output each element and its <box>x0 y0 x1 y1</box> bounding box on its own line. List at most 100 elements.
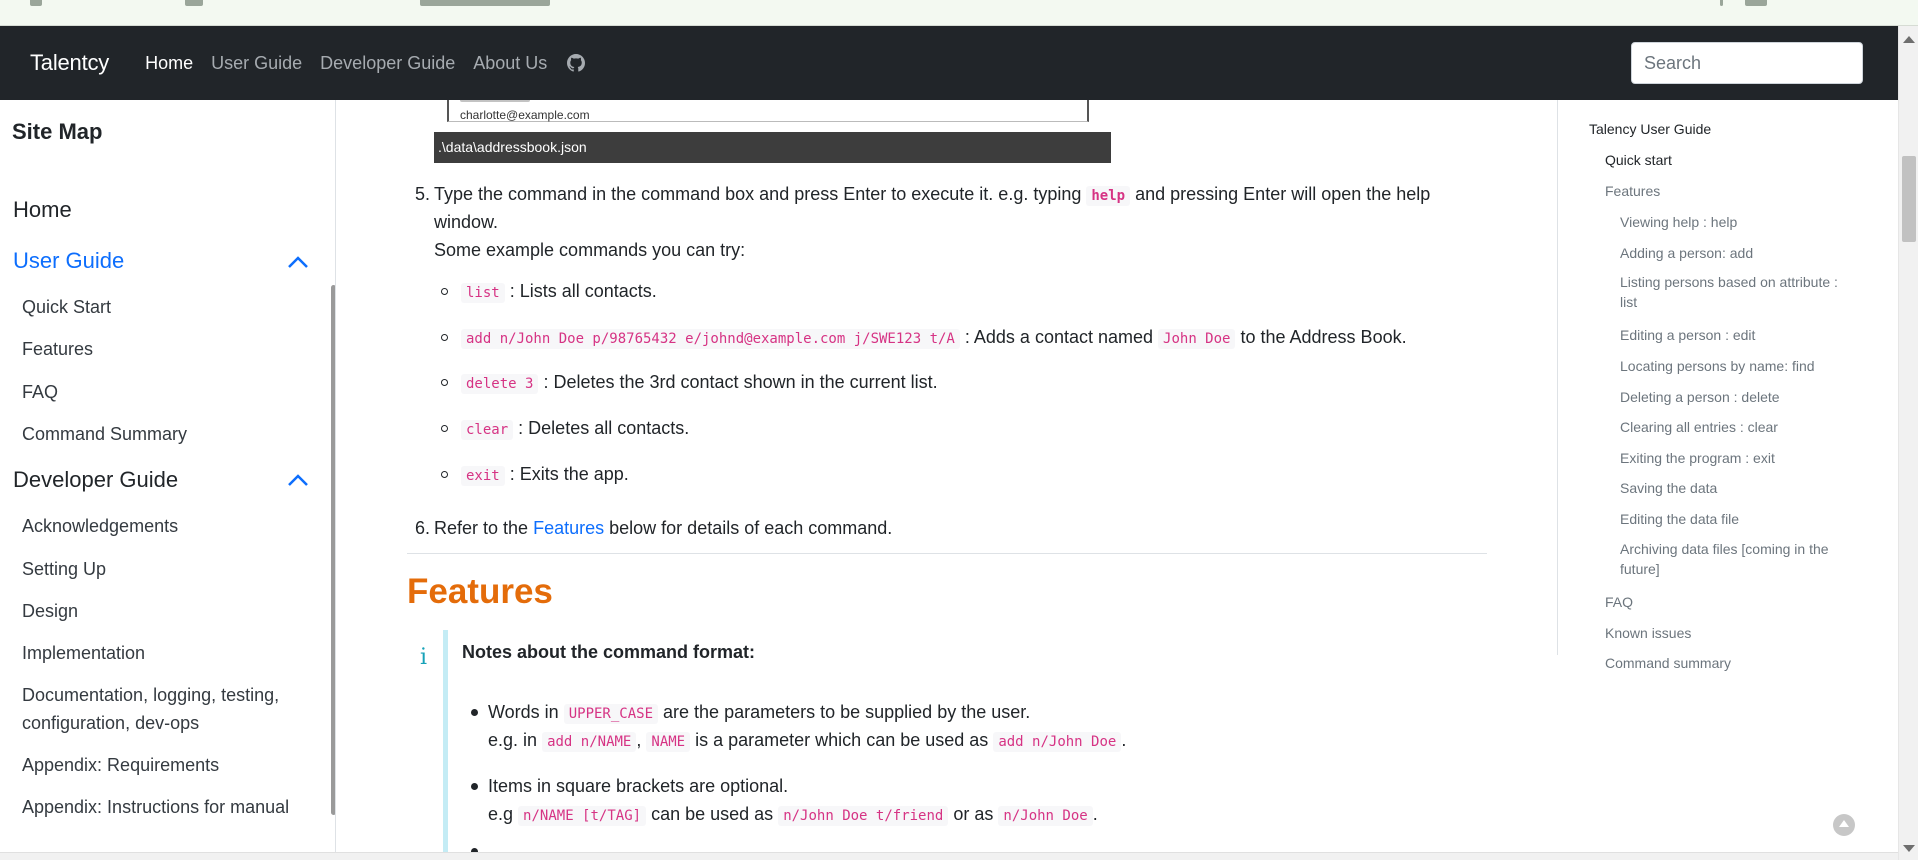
toc-item-locating-persons[interactable]: Locating persons by name: find <box>1620 356 1850 376</box>
browser-glyph <box>1745 0 1767 6</box>
example-delete: delete 3 : Deletes the 3rd contact shown… <box>461 368 938 398</box>
browser-glyph <box>1720 0 1723 6</box>
sidebar-user-guide[interactable]: User Guide <box>13 248 124 274</box>
example-text: : Exits the app. <box>509 464 629 484</box>
scroll-to-top-button[interactable] <box>1833 814 1855 836</box>
sidebar-item-setting-up[interactable]: Setting Up <box>22 555 312 583</box>
note-bullet-1-line-1: Words in UPPER_CASE are the parameters t… <box>488 698 1030 728</box>
toc-item-exiting-program[interactable]: Exiting the program : exit <box>1620 448 1850 468</box>
sidebar-item-implementation[interactable]: Implementation <box>22 639 312 667</box>
sidebar-item-features[interactable]: Features <box>22 335 312 363</box>
example-exit: exit : Exits the app. <box>461 460 629 490</box>
toc-item-listing-persons[interactable]: Listing persons based on attribute : lis… <box>1620 272 1850 312</box>
table-of-contents: Talency User Guide Quick start Features … <box>1557 100 1898 750</box>
site-map-title: Site Map <box>12 119 103 144</box>
example-text: : Deletes the 3rd contact shown in the c… <box>543 372 938 392</box>
toc-item-archiving-data[interactable]: Archiving data files [coming in the futu… <box>1620 539 1852 579</box>
note-text: , <box>636 730 642 750</box>
toc-item-adding-person[interactable]: Adding a person: add <box>1620 243 1850 263</box>
inline-code: add n/NAME <box>542 732 637 752</box>
nav-home[interactable]: Home <box>145 53 193 74</box>
step-number: 5. <box>415 184 431 204</box>
scroll-up-arrow-icon[interactable] <box>1903 36 1915 43</box>
toc-item-faq[interactable]: FAQ <box>1605 592 1835 612</box>
brand-logo[interactable]: Talentcy <box>30 50 109 76</box>
step-6-text-a: Refer to the <box>434 518 529 538</box>
chevron-up-icon[interactable] <box>286 472 310 488</box>
chevron-up-icon[interactable] <box>286 254 310 270</box>
step-6-text-b: below for details of each command. <box>609 518 893 538</box>
toc-item-clearing-entries[interactable]: Clearing all entries : clear <box>1620 417 1850 437</box>
step-5-text-b: and pressing Enter will open the help <box>1135 184 1431 204</box>
list-bullet <box>441 471 448 478</box>
sidebar-item-documentation[interactable]: Documentation, logging, testing, configu… <box>22 681 312 737</box>
nav-about-us[interactable]: About Us <box>473 53 547 74</box>
toc-item-editing-data-file[interactable]: Editing the data file <box>1620 509 1850 529</box>
inline-code: John Doe <box>1158 329 1236 349</box>
section-divider <box>407 553 1487 554</box>
list-bullet <box>471 783 478 790</box>
sidebar-home[interactable]: Home <box>13 197 72 223</box>
top-navbar: Talentcy Home User Guide Developer Guide… <box>0 26 1900 100</box>
inline-code: n/John Doe <box>998 806 1093 826</box>
toc-title[interactable]: Talency User Guide <box>1589 119 1819 139</box>
site-map-sidebar: Site Map Home User Guide Quick Start Fea… <box>0 100 336 852</box>
sidebar-item-command-summary[interactable]: Command Summary <box>22 420 312 448</box>
sidebar-developer-guide[interactable]: Developer Guide <box>13 467 178 493</box>
example-text: : Deletes all contacts. <box>518 418 690 438</box>
inline-code: NAME <box>646 732 691 752</box>
toc-item-saving-data[interactable]: Saving the data <box>1620 478 1850 498</box>
list-bullet <box>471 709 478 716</box>
ui-screenshot-text-fragment <box>460 100 530 102</box>
sidebar-item-acknowledgements[interactable]: Acknowledgements <box>22 512 312 540</box>
note-accent-bar <box>443 630 448 852</box>
sidebar-item-requirements[interactable]: Appendix: Requirements <box>22 751 312 779</box>
step-5-text-c: window. <box>434 212 499 232</box>
toc-item-quick-start[interactable]: Quick start <box>1605 150 1835 170</box>
toc-item-viewing-help[interactable]: Viewing help : help <box>1620 212 1850 232</box>
inline-code: UPPER_CASE <box>563 704 659 724</box>
note-text: can be used as <box>651 804 774 824</box>
toc-item-known-issues[interactable]: Known issues <box>1605 623 1835 643</box>
nav-developer-guide[interactable]: Developer Guide <box>320 53 455 74</box>
github-icon[interactable] <box>567 54 586 72</box>
browser-glyph <box>30 0 42 6</box>
sidebar-scrollbar[interactable] <box>331 285 335 815</box>
info-icon: i <box>420 645 428 670</box>
scrollbar-thumb[interactable] <box>1902 156 1916 242</box>
example-text: : Lists all contacts. <box>509 281 657 301</box>
list-bullet <box>441 334 448 341</box>
inline-code: clear <box>461 420 514 440</box>
toc-item-features[interactable]: Features <box>1605 181 1835 201</box>
features-link[interactable]: Features <box>533 518 604 538</box>
toc-item-deleting-person[interactable]: Deleting a person : delete <box>1620 387 1850 407</box>
browser-glyph <box>420 0 550 6</box>
inline-code: list <box>461 283 505 303</box>
nav-user-guide[interactable]: User Guide <box>211 53 302 74</box>
step-number: 6. <box>415 518 431 538</box>
scroll-down-arrow-icon[interactable] <box>1903 845 1915 852</box>
sidebar-item-quick-start[interactable]: Quick Start <box>22 293 312 321</box>
toc-item-editing-person[interactable]: Editing a person : edit <box>1620 325 1850 345</box>
note-title: Notes about the command format: <box>462 642 756 662</box>
horizontal-scrollbar[interactable] <box>0 852 1898 860</box>
sidebar-item-design[interactable]: Design <box>22 597 312 625</box>
ui-screenshot-email: charlotte@example.com <box>460 108 590 122</box>
list-bullet <box>441 425 448 432</box>
sidebar-item-faq[interactable]: FAQ <box>22 378 312 406</box>
note-bullet-2-line-2: e.g n/NAME [t/TAG] can be used as n/John… <box>488 800 1098 830</box>
main-content: charlotte@example.com .\data\addressbook… <box>337 100 1557 852</box>
toc-border <box>1557 100 1558 655</box>
inline-code: delete 3 <box>461 374 539 394</box>
example-list: list : Lists all contacts. <box>461 277 657 307</box>
search-input[interactable] <box>1631 42 1863 84</box>
note-bullet-2-line-1: Items in square brackets are optional. <box>488 776 789 796</box>
example-text: to the Address Book. <box>1240 327 1407 347</box>
list-bullet <box>441 379 448 386</box>
note-text: e.g <box>488 804 514 824</box>
page-scrollbar[interactable] <box>1898 26 1918 860</box>
sidebar-item-manual-testing[interactable]: Appendix: Instructions for manual <box>22 793 312 821</box>
browser-top-strip <box>0 0 1918 26</box>
toc-item-command-summary[interactable]: Command summary <box>1605 653 1835 673</box>
step-6-text: Refer to the Features below for details … <box>434 514 892 542</box>
